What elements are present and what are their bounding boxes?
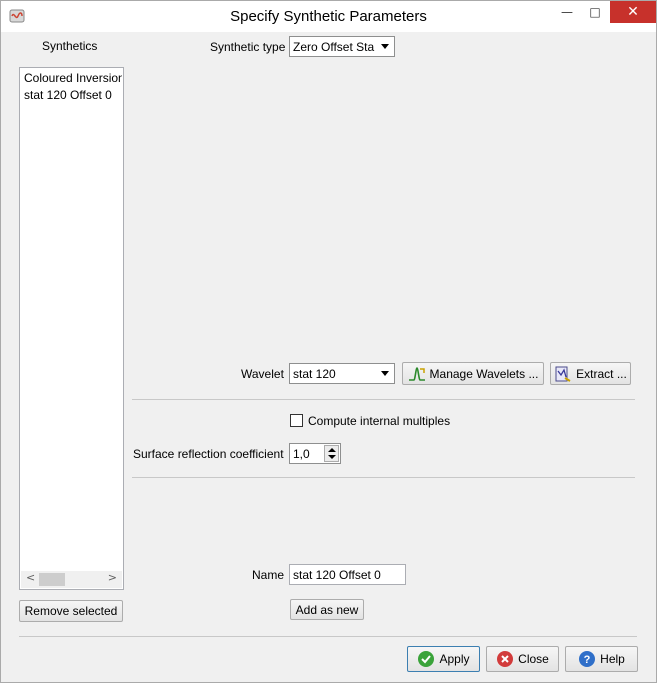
help-button[interactable]: ? Help <box>565 646 638 672</box>
wavelet-icon <box>408 366 425 381</box>
help-icon: ? <box>579 651 596 667</box>
remove-selected-button[interactable]: Remove selected <box>19 600 123 622</box>
scrollbar-thumb[interactable] <box>39 573 65 586</box>
synthetics-header: Synthetics <box>42 39 98 53</box>
help-label: Help <box>600 652 625 666</box>
title-bar: Specify Synthetic Parameters — □ ✕ <box>1 1 656 32</box>
horizontal-scrollbar[interactable]: < > <box>21 571 122 588</box>
close-circle-icon <box>497 651 514 667</box>
add-as-new-button[interactable]: Add as new <box>290 599 364 620</box>
minimize-button[interactable]: — <box>553 1 581 23</box>
wavelet-select[interactable]: stat 120 <box>289 363 395 384</box>
dialog-window: Specify Synthetic Parameters — □ ✕ Synth… <box>0 0 657 683</box>
chevron-down-icon <box>381 44 389 49</box>
synthetic-type-label: Synthetic type <box>210 40 286 54</box>
compute-multiples-checkbox[interactable] <box>290 414 303 427</box>
list-item[interactable]: stat 120 Offset 0 <box>24 88 122 102</box>
synthetic-type-value: Zero Offset Sta <box>293 39 375 54</box>
apply-button[interactable]: Apply <box>407 646 480 672</box>
spin-up-icon[interactable] <box>328 448 336 452</box>
check-icon <box>418 651 435 667</box>
apply-label: Apply <box>439 652 470 666</box>
surface-reflection-value: 1,0 <box>293 446 310 461</box>
wavelet-value: stat 120 <box>293 366 336 381</box>
wavelet-label: Wavelet <box>241 367 284 381</box>
close-label: Close <box>518 652 549 666</box>
synthetics-list[interactable]: Coloured Inversion stat 120 Offset 0 < > <box>19 67 124 590</box>
extract-icon <box>555 366 571 382</box>
compute-multiples-label: Compute internal multiples <box>308 414 451 428</box>
remove-selected-label: Remove selected <box>24 604 118 618</box>
name-field[interactable]: stat 120 Offset 0 <box>289 564 406 585</box>
list-item[interactable]: Coloured Inversion <box>24 71 122 85</box>
separator <box>132 477 635 478</box>
extract-label: Extract ... <box>576 366 627 381</box>
manage-wavelets-button[interactable]: Manage Wavelets ... <box>402 362 544 385</box>
spin-down-icon[interactable] <box>328 455 336 459</box>
close-window-button[interactable]: ✕ <box>610 1 656 23</box>
surface-reflection-label: Surface reflection coefficient <box>133 447 284 461</box>
separator <box>19 636 637 637</box>
extract-button[interactable]: Extract ... <box>550 362 631 385</box>
surface-reflection-spinner[interactable]: 1,0 <box>289 443 341 464</box>
maximize-button[interactable]: □ <box>581 1 609 23</box>
name-value: stat 120 Offset 0 <box>293 567 381 582</box>
synthetic-type-select[interactable]: Zero Offset Sta <box>289 36 395 57</box>
add-as-new-label: Add as new <box>295 602 359 617</box>
scroll-left-icon[interactable]: < <box>26 571 35 584</box>
scroll-right-icon[interactable]: > <box>108 571 117 584</box>
chevron-down-icon <box>381 371 389 376</box>
manage-wavelets-label: Manage Wavelets ... <box>429 366 539 381</box>
separator <box>132 399 635 400</box>
spinner-buttons[interactable] <box>324 445 339 462</box>
svg-text:?: ? <box>584 654 591 666</box>
name-label: Name <box>252 568 285 582</box>
close-button[interactable]: Close <box>486 646 559 672</box>
